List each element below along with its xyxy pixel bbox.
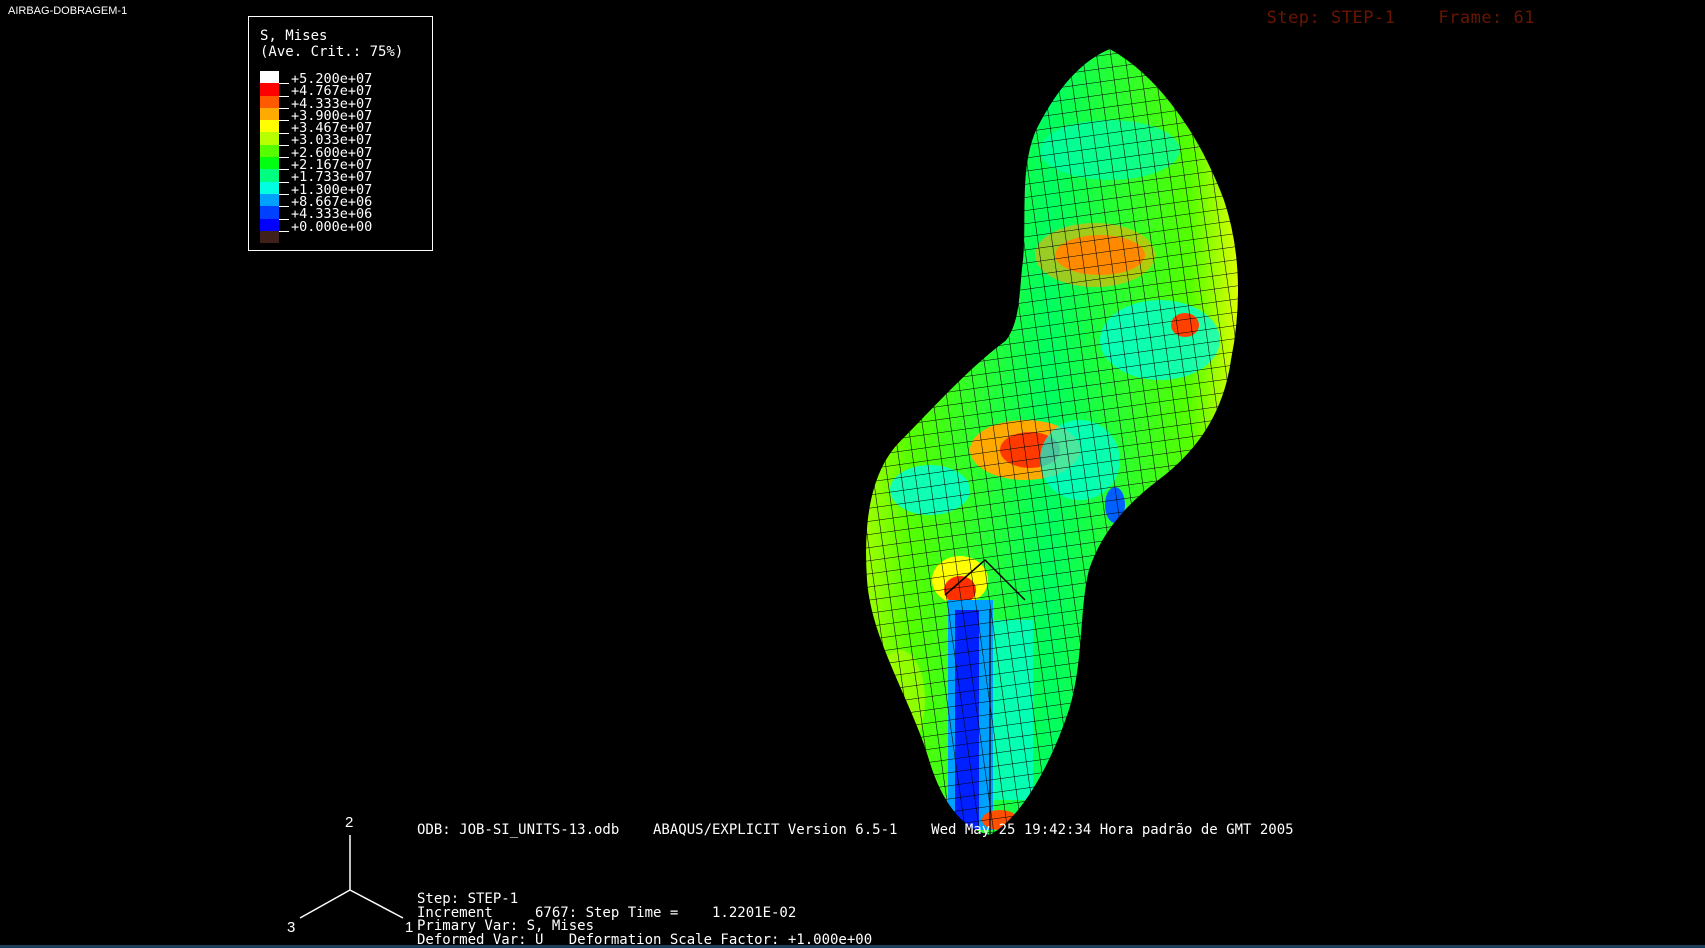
- step-info-block: Step: STEP-1 Increment 6767: Step Time =…: [417, 892, 872, 947]
- triad-axis-3-label: 3: [287, 919, 295, 936]
- coordinate-triad: 2 3 1: [287, 814, 413, 936]
- triad-axis-1-label: 1: [405, 919, 413, 936]
- odb-info-line: ODB: JOB-SI_UNITS-13.odb ABAQUS/EXPLICIT…: [417, 822, 1294, 838]
- airbag-model-viewport[interactable]: [0, 0, 1705, 948]
- airbag-mesh-body: [865, 48, 1240, 836]
- triad-axis-2-label: 2: [345, 814, 353, 831]
